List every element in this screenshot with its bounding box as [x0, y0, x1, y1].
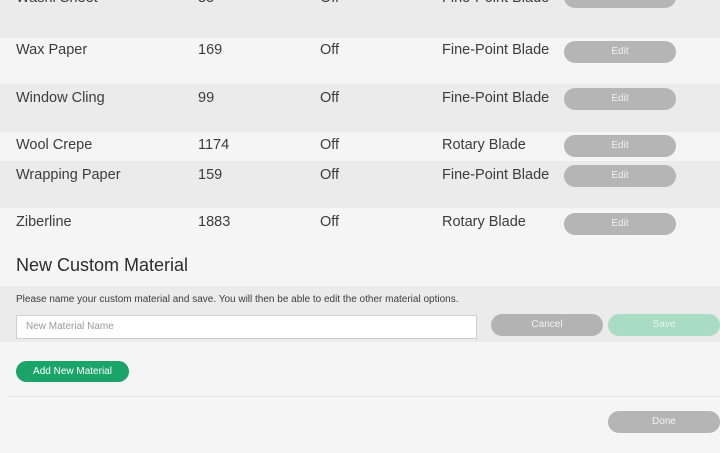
material-multi-cut: Off [320, 137, 340, 153]
divider [8, 396, 720, 397]
material-multi-cut: Off [320, 42, 340, 58]
material-pressure: 169 [198, 42, 223, 58]
material-blade: Rotary Blade [442, 214, 526, 230]
material-multi-cut: Off [320, 167, 340, 183]
cancel-button[interactable]: Cancel [491, 314, 603, 336]
table-row: Wool Crepe 1174 Off Rotary Blade Edit [0, 132, 720, 160]
material-name: Window Cling [16, 90, 105, 106]
edit-button[interactable]: Edit [564, 213, 676, 235]
material-blade: Fine-Point Blade [442, 0, 552, 8]
material-blade: Rotary Blade [442, 137, 526, 153]
edit-button[interactable]: Edit [564, 88, 676, 110]
material-name: Wrapping Paper [16, 167, 121, 183]
edit-button[interactable]: Edit [564, 41, 676, 63]
table-row: Wax Paper 169 Off Fine-Point Blade Edit [0, 38, 720, 84]
edit-button[interactable]: Edit [564, 0, 676, 8]
material-name: Wax Paper [16, 42, 88, 58]
done-button[interactable]: Done [608, 411, 720, 433]
material-name-input[interactable]: New Material Name [16, 315, 477, 339]
material-name: Washi Sheet [16, 0, 98, 8]
material-pressure: 99 [198, 90, 215, 106]
material-blade: Fine-Point Blade [442, 167, 550, 183]
instructions-text: Please name your custom material and sav… [16, 294, 459, 305]
add-new-material-button[interactable]: Add New Material [16, 361, 129, 382]
edit-button[interactable]: Edit [564, 135, 676, 157]
material-multi-cut: Off [320, 90, 340, 106]
save-button[interactable]: Save [608, 314, 720, 336]
table-row: Ziberline 1883 Off Rotary Blade Edit [0, 208, 720, 238]
edit-button[interactable]: Edit [564, 165, 676, 187]
material-pressure: 85 [198, 0, 214, 8]
table-row: Wrapping Paper 159 Off Fine-Point Blade … [0, 161, 720, 208]
material-pressure: 1174 [198, 137, 230, 153]
material-name: Ziberline [16, 214, 72, 230]
material-blade: Fine-Point Blade [442, 42, 550, 58]
table-row: Washi Sheet 85 Off Fine-Point Blade Edit [0, 0, 720, 38]
material-blade: Fine-Point Blade [442, 90, 550, 106]
material-multi-cut: Off [320, 0, 339, 8]
material-pressure: 159 [198, 167, 223, 183]
material-multi-cut: Off [320, 214, 340, 230]
table-row: Window Cling 99 Off Fine-Point Blade Edi… [0, 84, 720, 132]
material-name: Wool Crepe [16, 137, 93, 153]
material-pressure: 1883 [198, 214, 231, 230]
section-title: New Custom Material [16, 255, 189, 275]
